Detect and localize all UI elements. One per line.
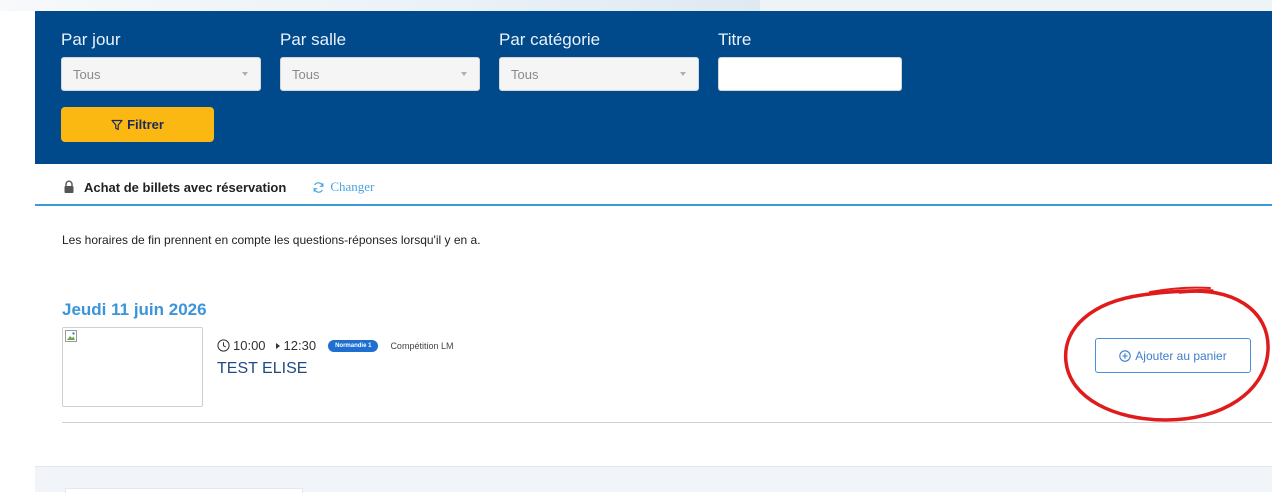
- booking-mode-row: Achat de billets avec réservation Change…: [62, 177, 374, 197]
- end-time-notice: Les horaires de fin prennent en compte l…: [62, 233, 481, 247]
- filter-room-label: Par salle: [280, 30, 347, 49]
- change-mode-link[interactable]: Changer: [312, 179, 374, 195]
- filter-button-label: Filtrer: [127, 117, 164, 132]
- filter-title-label: Titre: [718, 30, 752, 49]
- funnel-icon: [111, 119, 123, 130]
- filter-room-select[interactable]: Tous: [280, 57, 480, 91]
- filter-panel: Par jour Tous Par salle Tous Par catégor…: [35, 11, 1272, 164]
- plus-circle-icon: [1119, 349, 1132, 362]
- booking-mode-text: Achat de billets avec réservation: [84, 179, 287, 195]
- filter-room-value: Tous: [292, 67, 320, 82]
- add-to-cart-label: Ajouter au panier: [1135, 348, 1227, 363]
- refresh-icon: [313, 181, 324, 193]
- event-meta: 10:00 12:30 Normandie 1 Compétition LM: [217, 338, 453, 353]
- event-start-time: 10:00: [233, 338, 266, 353]
- booking-mode-divider: [35, 204, 1272, 206]
- chevron-down-icon: [242, 72, 248, 76]
- event-divider: [62, 422, 1272, 423]
- broken-image-icon: [65, 330, 77, 342]
- filter-day-label: Par jour: [61, 30, 121, 49]
- chevron-down-icon: [461, 72, 467, 76]
- change-mode-label: Changer: [330, 179, 375, 194]
- filter-category-select[interactable]: Tous: [499, 57, 699, 91]
- chevron-down-icon: [680, 72, 686, 76]
- event-title-link[interactable]: TEST ELISE: [217, 360, 307, 378]
- filter-button[interactable]: Filtrer: [61, 107, 214, 142]
- event-end-time: 12:30: [283, 338, 317, 353]
- play-icon: [275, 342, 280, 349]
- add-to-cart-button[interactable]: Ajouter au panier: [1095, 338, 1251, 373]
- footer-band: [35, 466, 1272, 493]
- top-band: [0, 0, 1272, 11]
- filter-day-select[interactable]: Tous: [61, 57, 261, 91]
- filter-category-value: Tous: [511, 67, 539, 82]
- filter-day-value: Tous: [73, 67, 101, 82]
- filter-title-input[interactable]: [718, 57, 902, 91]
- lock-icon: [64, 180, 74, 193]
- clock-icon: [217, 339, 230, 352]
- event-category: Compétition LM: [390, 340, 454, 351]
- schedule-date-heading: Jeudi 11 juin 2026: [62, 300, 207, 319]
- event-thumbnail[interactable]: [62, 327, 203, 407]
- event-room-badge: Normandie 1: [328, 339, 379, 352]
- filter-category-label: Par catégorie: [499, 30, 601, 49]
